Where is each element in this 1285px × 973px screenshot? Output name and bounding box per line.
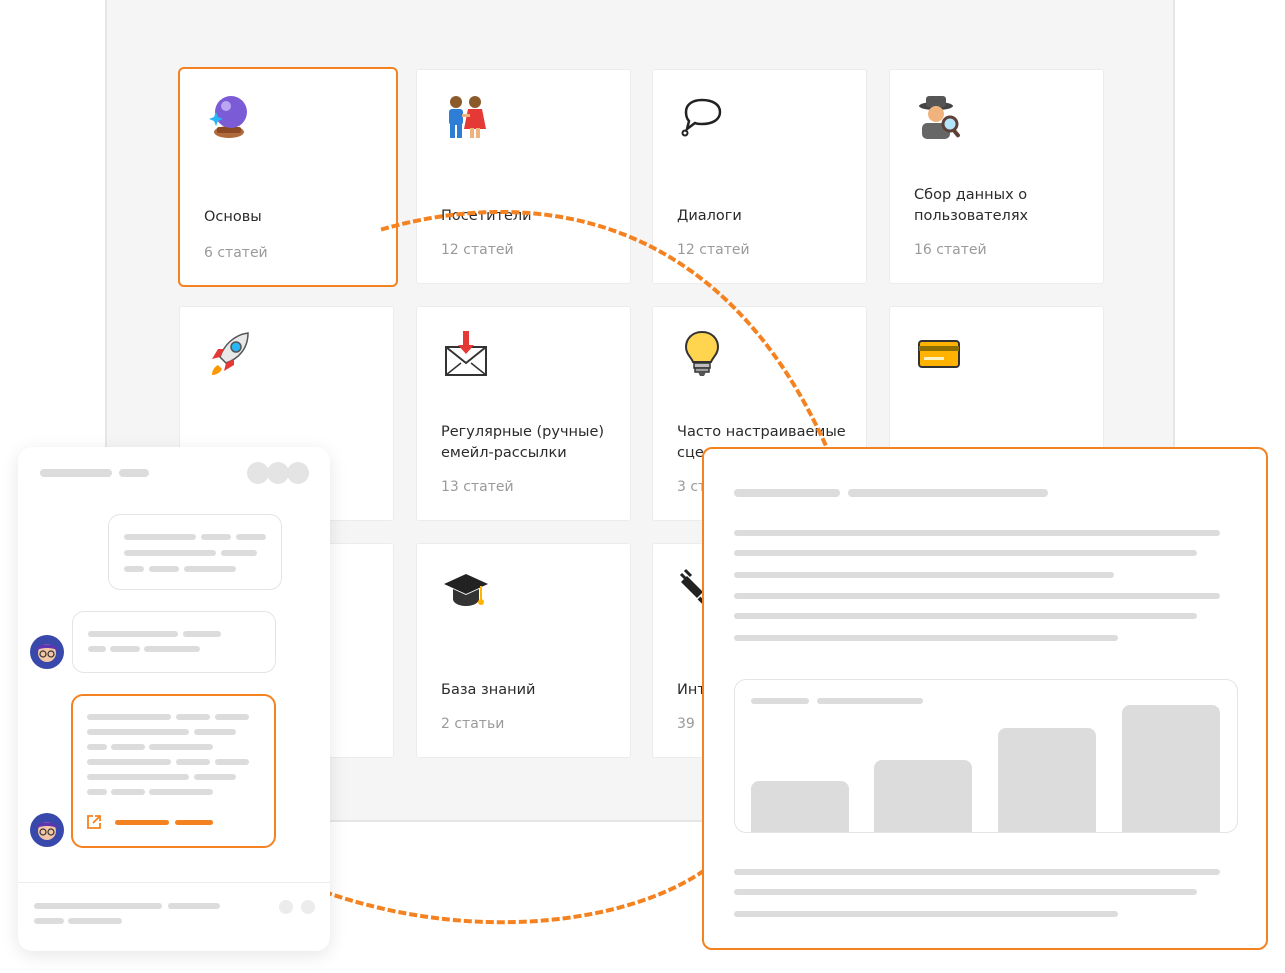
category-title: Диалоги [677, 208, 742, 224]
envelope-arrow-icon [441, 329, 491, 379]
chart-bar [1122, 705, 1220, 832]
bot-avatar [30, 813, 64, 847]
light-bulb-icon [677, 329, 727, 379]
user-message-bubble [108, 514, 282, 590]
chart-bar [998, 728, 1096, 832]
chat-widget[interactable] [18, 447, 330, 951]
category-count: 13 статей [441, 479, 514, 495]
bot-message-bubble [72, 611, 276, 673]
chart-bar [874, 760, 972, 832]
credit-card-icon [914, 329, 964, 379]
chat-header-placeholder [119, 469, 149, 477]
category-card-email[interactable]: Регулярные (ручные) емейл-рассылки 13 ст… [416, 306, 631, 521]
category-card-user-data[interactable]: Сбор данных о пользователях 16 статей [889, 69, 1104, 284]
speech-bubble-icon [677, 92, 727, 142]
chat-header-placeholder [40, 469, 112, 477]
couple-icon [441, 92, 491, 142]
chat-divider [18, 882, 330, 883]
article-chart-illustration [734, 679, 1238, 833]
article-preview [702, 447, 1268, 950]
article-breadcrumb-placeholder [848, 489, 1048, 497]
chart-bar [751, 781, 849, 832]
category-title: Посетители [441, 208, 532, 224]
article-link-bubble[interactable] [71, 694, 276, 848]
category-title: Сбор данных о пользователях [914, 187, 1029, 224]
article-breadcrumb-placeholder [734, 489, 840, 497]
category-card-visitors[interactable]: Посетители 12 статей [416, 69, 631, 284]
category-count: 6 статей [204, 245, 268, 261]
category-card-knowledge-base[interactable]: База знаний 2 статьи [416, 543, 631, 758]
bot-avatar [30, 635, 64, 669]
category-count: 12 статей [441, 242, 514, 258]
category-count: 2 статьи [441, 716, 505, 732]
link-text-placeholder[interactable] [115, 820, 169, 825]
category-count: 16 статей [914, 242, 987, 258]
detective-icon [914, 92, 964, 142]
operator-avatar [267, 462, 289, 484]
rocket-icon [204, 329, 254, 379]
crystal-ball-icon [204, 91, 254, 141]
operator-avatar [287, 462, 309, 484]
category-title: Основы [204, 209, 262, 225]
external-link-icon[interactable] [86, 814, 102, 830]
emoji-icon[interactable] [301, 900, 315, 914]
attach-icon[interactable] [279, 900, 293, 914]
category-count: 39 [677, 716, 695, 732]
category-card-dialogs[interactable]: Диалоги 12 статей [652, 69, 867, 284]
link-text-placeholder[interactable] [175, 820, 213, 825]
category-title: База знаний [441, 682, 536, 698]
category-count: 12 статей [677, 242, 750, 258]
input-placeholder[interactable] [34, 903, 162, 909]
category-card-basics[interactable]: Основы 6 статей [178, 67, 398, 287]
category-title: Регулярные (ручные) емейл-рассылки [441, 424, 605, 461]
operator-avatar [247, 462, 269, 484]
graduation-cap-icon [441, 566, 491, 616]
